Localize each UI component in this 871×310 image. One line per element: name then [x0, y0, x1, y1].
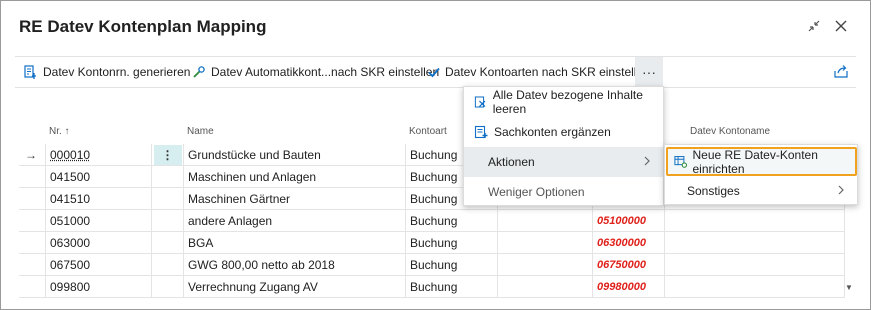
column-header-datev-kontoname[interactable]: Datev Kontoname — [690, 119, 770, 143]
row-actions-cell — [151, 232, 183, 253]
generate-icon — [24, 65, 36, 79]
menu-item-label: Sachkonten ergänzen — [494, 125, 611, 139]
cell-name[interactable]: GWG 800,00 netto ab 2018 — [183, 254, 405, 275]
account-types-label: Datev Kontoarten nach SKR einstellen — [445, 65, 650, 79]
row-actions-cell — [151, 166, 183, 187]
table-row[interactable]: 099800 Verrechnung Zugang AV Buchung 099… — [19, 276, 845, 298]
actions-submenu: Neue RE Datev-Konten einrichten Sonstige… — [664, 144, 858, 205]
cell-datev-number[interactable]: 06300000 — [592, 232, 664, 253]
generate-label: Datev Kontonrn. generieren — [43, 65, 191, 79]
cell-empty[interactable] — [497, 254, 592, 275]
account-types-button[interactable]: Datev Kontoarten nach SKR einstellen — [427, 57, 650, 87]
chevron-right-icon — [837, 184, 845, 198]
action-toolbar: Datev Kontonrn. generieren Datev Automat… — [15, 56, 856, 88]
cell-datev-number[interactable]: 06750000 — [592, 254, 664, 275]
table-row[interactable]: 063000 BGA Buchung 06300000 — [19, 232, 845, 254]
menu-item-label: Neue RE Datev-Konten einrichten — [692, 147, 818, 176]
cell-datev-kontoname[interactable] — [664, 210, 845, 231]
cell-name[interactable]: andere Anlagen — [183, 210, 405, 231]
menu-item-label: Alle Datev bezogene Inhalte leeren — [492, 88, 643, 116]
cell-nr[interactable]: 051000 — [45, 210, 151, 231]
column-header-nr[interactable]: Nr. ↑ — [49, 119, 70, 143]
cell-datev-kontoname[interactable] — [664, 276, 845, 297]
dialog-window: RE Datev Kontenplan Mapping Datev Konton… — [0, 0, 871, 310]
more-options-button[interactable]: ··· — [635, 57, 663, 87]
close-icon[interactable] — [830, 15, 852, 37]
cell-nr[interactable]: 063000 — [45, 232, 151, 253]
column-header-name[interactable]: Name — [187, 119, 214, 143]
row-actions-button[interactable]: ⋮ — [153, 144, 182, 165]
row-actions-cell: ⋮ — [151, 144, 183, 165]
checkmark-icon — [428, 67, 440, 78]
menu-item-label: Sonstiges — [687, 184, 740, 198]
page-title: RE Datev Kontenplan Mapping — [19, 17, 267, 36]
cell-name[interactable]: Verrechnung Zugang AV — [183, 276, 405, 297]
table-row[interactable]: 051000 andere Anlagen Buchung 05100000 — [19, 210, 845, 232]
row-actions-cell — [151, 210, 183, 231]
more-options-menu: Alle Datev bezogene Inhalte leeren Sachk… — [463, 86, 664, 206]
cell-empty[interactable] — [497, 210, 592, 231]
cell-datev-kontoname[interactable] — [664, 254, 845, 275]
cell-kontoart[interactable]: Buchung — [405, 276, 497, 297]
cell-nr[interactable]: 099800 — [45, 276, 151, 297]
menu-item-actions[interactable]: Aktionen — [464, 147, 663, 177]
cell-datev-number[interactable]: 05100000 — [592, 210, 664, 231]
cell-datev-kontoname[interactable] — [664, 232, 845, 253]
menu-item-misc[interactable]: Sonstiges — [665, 176, 857, 206]
share-icon[interactable] — [833, 63, 851, 81]
wrench-icon — [193, 66, 205, 78]
cell-kontoart[interactable]: Buchung — [405, 232, 497, 253]
row-actions-cell — [151, 254, 183, 275]
add-document-icon — [474, 125, 488, 139]
cell-name[interactable]: BGA — [183, 232, 405, 253]
row-actions-cell — [151, 188, 183, 209]
menu-item-complete-accounts[interactable]: Sachkonten ergänzen — [464, 117, 663, 147]
table-row[interactable]: 067500 GWG 800,00 netto ab 2018 Buchung … — [19, 254, 845, 276]
row-actions-cell — [151, 276, 183, 297]
menu-item-fewer-options[interactable]: Weniger Optionen — [464, 177, 663, 207]
auto-accounts-button[interactable]: Datev Automatikkont...nach SKR einstelle… — [191, 57, 439, 87]
clear-icon — [474, 96, 486, 108]
cell-nr[interactable]: 000010 — [45, 144, 151, 165]
scroll-down-icon[interactable]: ▼ — [845, 283, 853, 292]
menu-item-label: Aktionen — [488, 155, 535, 169]
cell-name[interactable]: Maschinen Gärtner — [183, 188, 405, 209]
cell-kontoart[interactable]: Buchung — [405, 210, 497, 231]
collapse-icon[interactable] — [803, 15, 825, 37]
cell-nr[interactable]: 041500 — [45, 166, 151, 187]
generate-account-numbers-button[interactable]: Datev Kontonrn. generieren — [23, 57, 190, 87]
menu-item-new-datev-accounts[interactable]: Neue RE Datev-Konten einrichten — [666, 147, 857, 176]
cell-empty[interactable] — [497, 232, 592, 253]
chevron-right-icon — [643, 155, 651, 169]
cell-kontoart[interactable]: Buchung — [405, 254, 497, 275]
cell-name[interactable]: Grundstücke und Bauten — [183, 144, 405, 165]
menu-item-label: Weniger Optionen — [488, 185, 585, 199]
cell-nr[interactable]: 067500 — [45, 254, 151, 275]
cell-datev-number[interactable]: 09980000 — [592, 276, 664, 297]
auto-accounts-label: Datev Automatikkont...nach SKR einstelle… — [211, 65, 440, 79]
cell-empty[interactable] — [497, 276, 592, 297]
cell-nr[interactable]: 041510 — [45, 188, 151, 209]
column-header-kontoart[interactable]: Kontoart — [409, 119, 447, 143]
setup-accounts-icon — [674, 156, 688, 168]
menu-item-clear-datev[interactable]: Alle Datev bezogene Inhalte leeren — [464, 87, 663, 117]
current-row-arrow-icon: → — [25, 147, 37, 162]
cell-name[interactable]: Maschinen und Anlagen — [183, 166, 405, 187]
